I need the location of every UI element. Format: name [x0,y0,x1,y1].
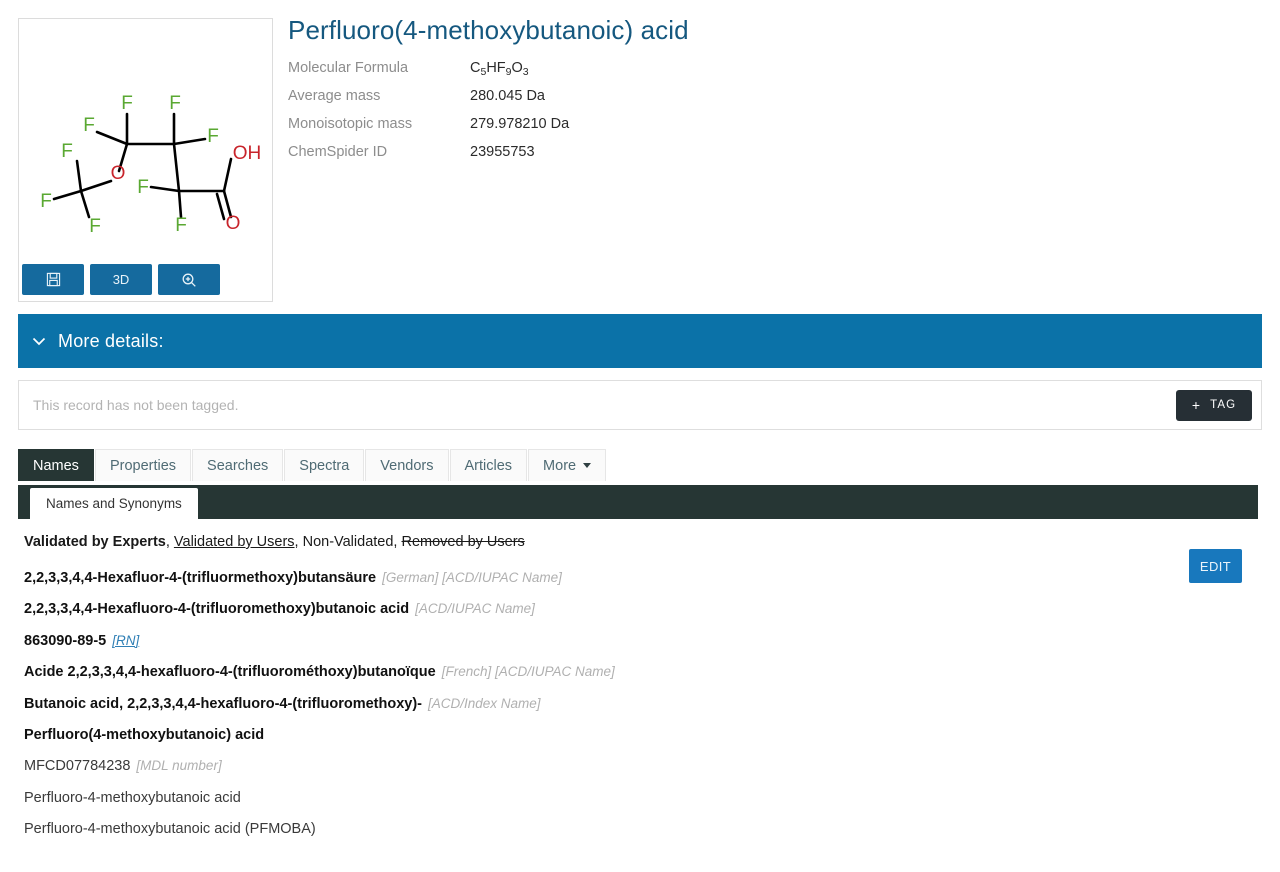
list-item: Perfluoro-4-methoxybutanoic acid [24,790,1174,807]
tab-label: Vendors [380,458,433,474]
atom-label-oh: OH [233,143,262,164]
synonym-name: Perfluoro-4-methoxybutanoic acid (PFMOBA… [24,821,316,837]
list-item: 863090-89-5 [RN] [24,633,1174,650]
tab-spectra[interactable]: Spectra [284,449,364,481]
synonym-name: Perfluoro(4-methoxybutanoic) acid [24,727,264,743]
magnifier-plus-icon [181,272,197,288]
molecular-formula-value: C5HF9O3 [470,59,569,87]
tag-row: This record has not been tagged. + TAG [18,380,1262,430]
synonym-name: Acide 2,2,3,3,4,4-hexafluoro-4-(trifluor… [24,664,436,680]
table-row: Average mass 280.045 Da [288,87,569,115]
legend-validated-by-experts: Validated by Experts [24,534,166,550]
property-label: Molecular Formula [288,59,470,87]
plus-icon: + [1192,398,1201,412]
atom-label-f: F [137,177,149,198]
atom-label-o: O [226,213,241,234]
monoisotopic-mass-value: 279.978210 Da [470,115,569,143]
property-label: ChemSpider ID [288,143,470,171]
synonym-qualifier: [French] [ACD/IUPAC Name] [442,664,615,679]
list-item: 2,2,3,3,4,4-Hexafluoro-4-(trifluorometho… [24,601,1174,618]
structure-actions: 3D [22,264,220,295]
compound-summary-section: F F F F F F F F F O OH O [0,0,1280,310]
legend-validated-by-users: Validated by Users [174,534,295,550]
view-3d-button[interactable]: 3D [90,264,152,295]
save-structure-button[interactable] [22,264,84,295]
tab-label: More [543,458,576,474]
atom-label-f: F [207,126,219,147]
atom-label-f: F [61,141,73,162]
view-3d-label: 3D [113,272,130,287]
synonym-qualifier: [ACD/Index Name] [428,696,541,711]
atom-label-f: F [121,93,133,114]
tab-searches[interactable]: Searches [192,449,283,481]
chemspider-id-value: 23955753 [470,143,569,171]
synonym-name: 2,2,3,3,4,4-Hexafluoro-4-(trifluorometho… [24,601,409,617]
add-tag-label: TAG [1210,399,1236,411]
tab-properties[interactable]: Properties [95,449,191,481]
names-and-synonyms-content: Validated by Experts, Validated by Users… [24,534,1174,853]
tab-more[interactable]: More [528,449,606,481]
synonym-name: 863090-89-5 [24,633,106,649]
list-item: Perfluoro(4-methoxybutanoic) acid [24,727,1174,744]
more-details-bar[interactable]: More details: [18,314,1262,368]
property-label: Average mass [288,87,470,115]
subtab-label: Names and Synonyms [46,496,182,511]
average-mass-value: 280.045 Da [470,87,569,115]
synonym-name: Perfluoro-4-methoxybutanoic acid [24,790,241,806]
property-label: Monoisotopic mass [288,115,470,143]
tab-label: Searches [207,458,268,474]
list-item: Perfluoro-4-methoxybutanoic acid (PFMOBA… [24,821,1174,838]
atom-label-f: F [169,93,181,114]
synonym-qualifier: [MDL number] [136,758,221,773]
tab-articles[interactable]: Articles [450,449,528,481]
table-row: Molecular Formula C5HF9O3 [288,59,569,87]
tab-label: Names [33,458,79,474]
table-row: ChemSpider ID 23955753 [288,143,569,171]
list-item: 2,2,3,3,4,4-Hexafluor-4-(trifluormethoxy… [24,570,1174,587]
atom-label-f: F [175,215,187,236]
edit-button[interactable]: EDIT [1189,549,1242,583]
subtab-bar: Names and Synonyms [18,485,1258,519]
molecular-structure-image: F F F F F F F F F O OH O [19,19,272,259]
tab-label: Articles [465,458,513,474]
compound-info: Perfluoro(4-methoxybutanoic) acid Molecu… [288,16,1248,171]
page-title: Perfluoro(4-methoxybutanoic) acid [288,16,1248,45]
table-row: Monoisotopic mass 279.978210 Da [288,115,569,143]
tag-input[interactable]: This record has not been tagged. [33,397,238,413]
subtab-names-and-synonyms[interactable]: Names and Synonyms [30,488,198,519]
tab-names[interactable]: Names [18,449,94,481]
legend-separator: , [295,534,303,550]
chevron-down-icon [583,463,591,468]
floppy-disk-icon [46,272,61,287]
legend-removed-by-users: Removed by Users [401,534,524,550]
legend-separator: , [166,534,174,550]
synonym-name: Butanoic acid, 2,2,3,3,4,4-hexafluoro-4-… [24,696,422,712]
tab-vendors[interactable]: Vendors [365,449,448,481]
synonym-name: MFCD07784238 [24,758,130,774]
chevron-down-icon [32,337,46,346]
atom-label-f: F [40,191,52,212]
synonym-list: 2,2,3,3,4,4-Hexafluor-4-(trifluormethoxy… [24,570,1174,839]
synonym-name: 2,2,3,3,4,4-Hexafluor-4-(trifluormethoxy… [24,570,376,586]
property-table: Molecular Formula C5HF9O3 Average mass 2… [288,59,569,172]
atom-label-f: F [83,115,95,136]
synonym-qualifier: [ACD/IUPAC Name] [415,601,535,616]
add-tag-button[interactable]: + TAG [1176,390,1252,421]
chemspider-compound-page: F F F F F F F F F O OH O [0,0,1280,872]
tab-label: Properties [110,458,176,474]
more-details-label: More details: [58,331,164,352]
tab-bar: Names Properties Searches Spectra Vendor… [18,450,1262,482]
list-item: MFCD07784238 [MDL number] [24,758,1174,775]
list-item: Acide 2,2,3,3,4,4-hexafluoro-4-(trifluor… [24,664,1174,681]
validation-legend: Validated by Experts, Validated by Users… [24,534,1174,550]
synonym-qualifier: [German] [ACD/IUPAC Name] [382,570,562,585]
tab-label: Spectra [299,458,349,474]
atom-label-f: F [89,216,101,237]
atom-label-o: O [111,163,126,184]
legend-non-validated: Non-Validated [303,534,394,550]
structure-panel: F F F F F F F F F O OH O [18,18,273,302]
list-item: Butanoic acid, 2,2,3,3,4,4-hexafluoro-4-… [24,696,1174,713]
synonym-qualifier-link[interactable]: [RN] [112,633,139,648]
zoom-structure-button[interactable] [158,264,220,295]
